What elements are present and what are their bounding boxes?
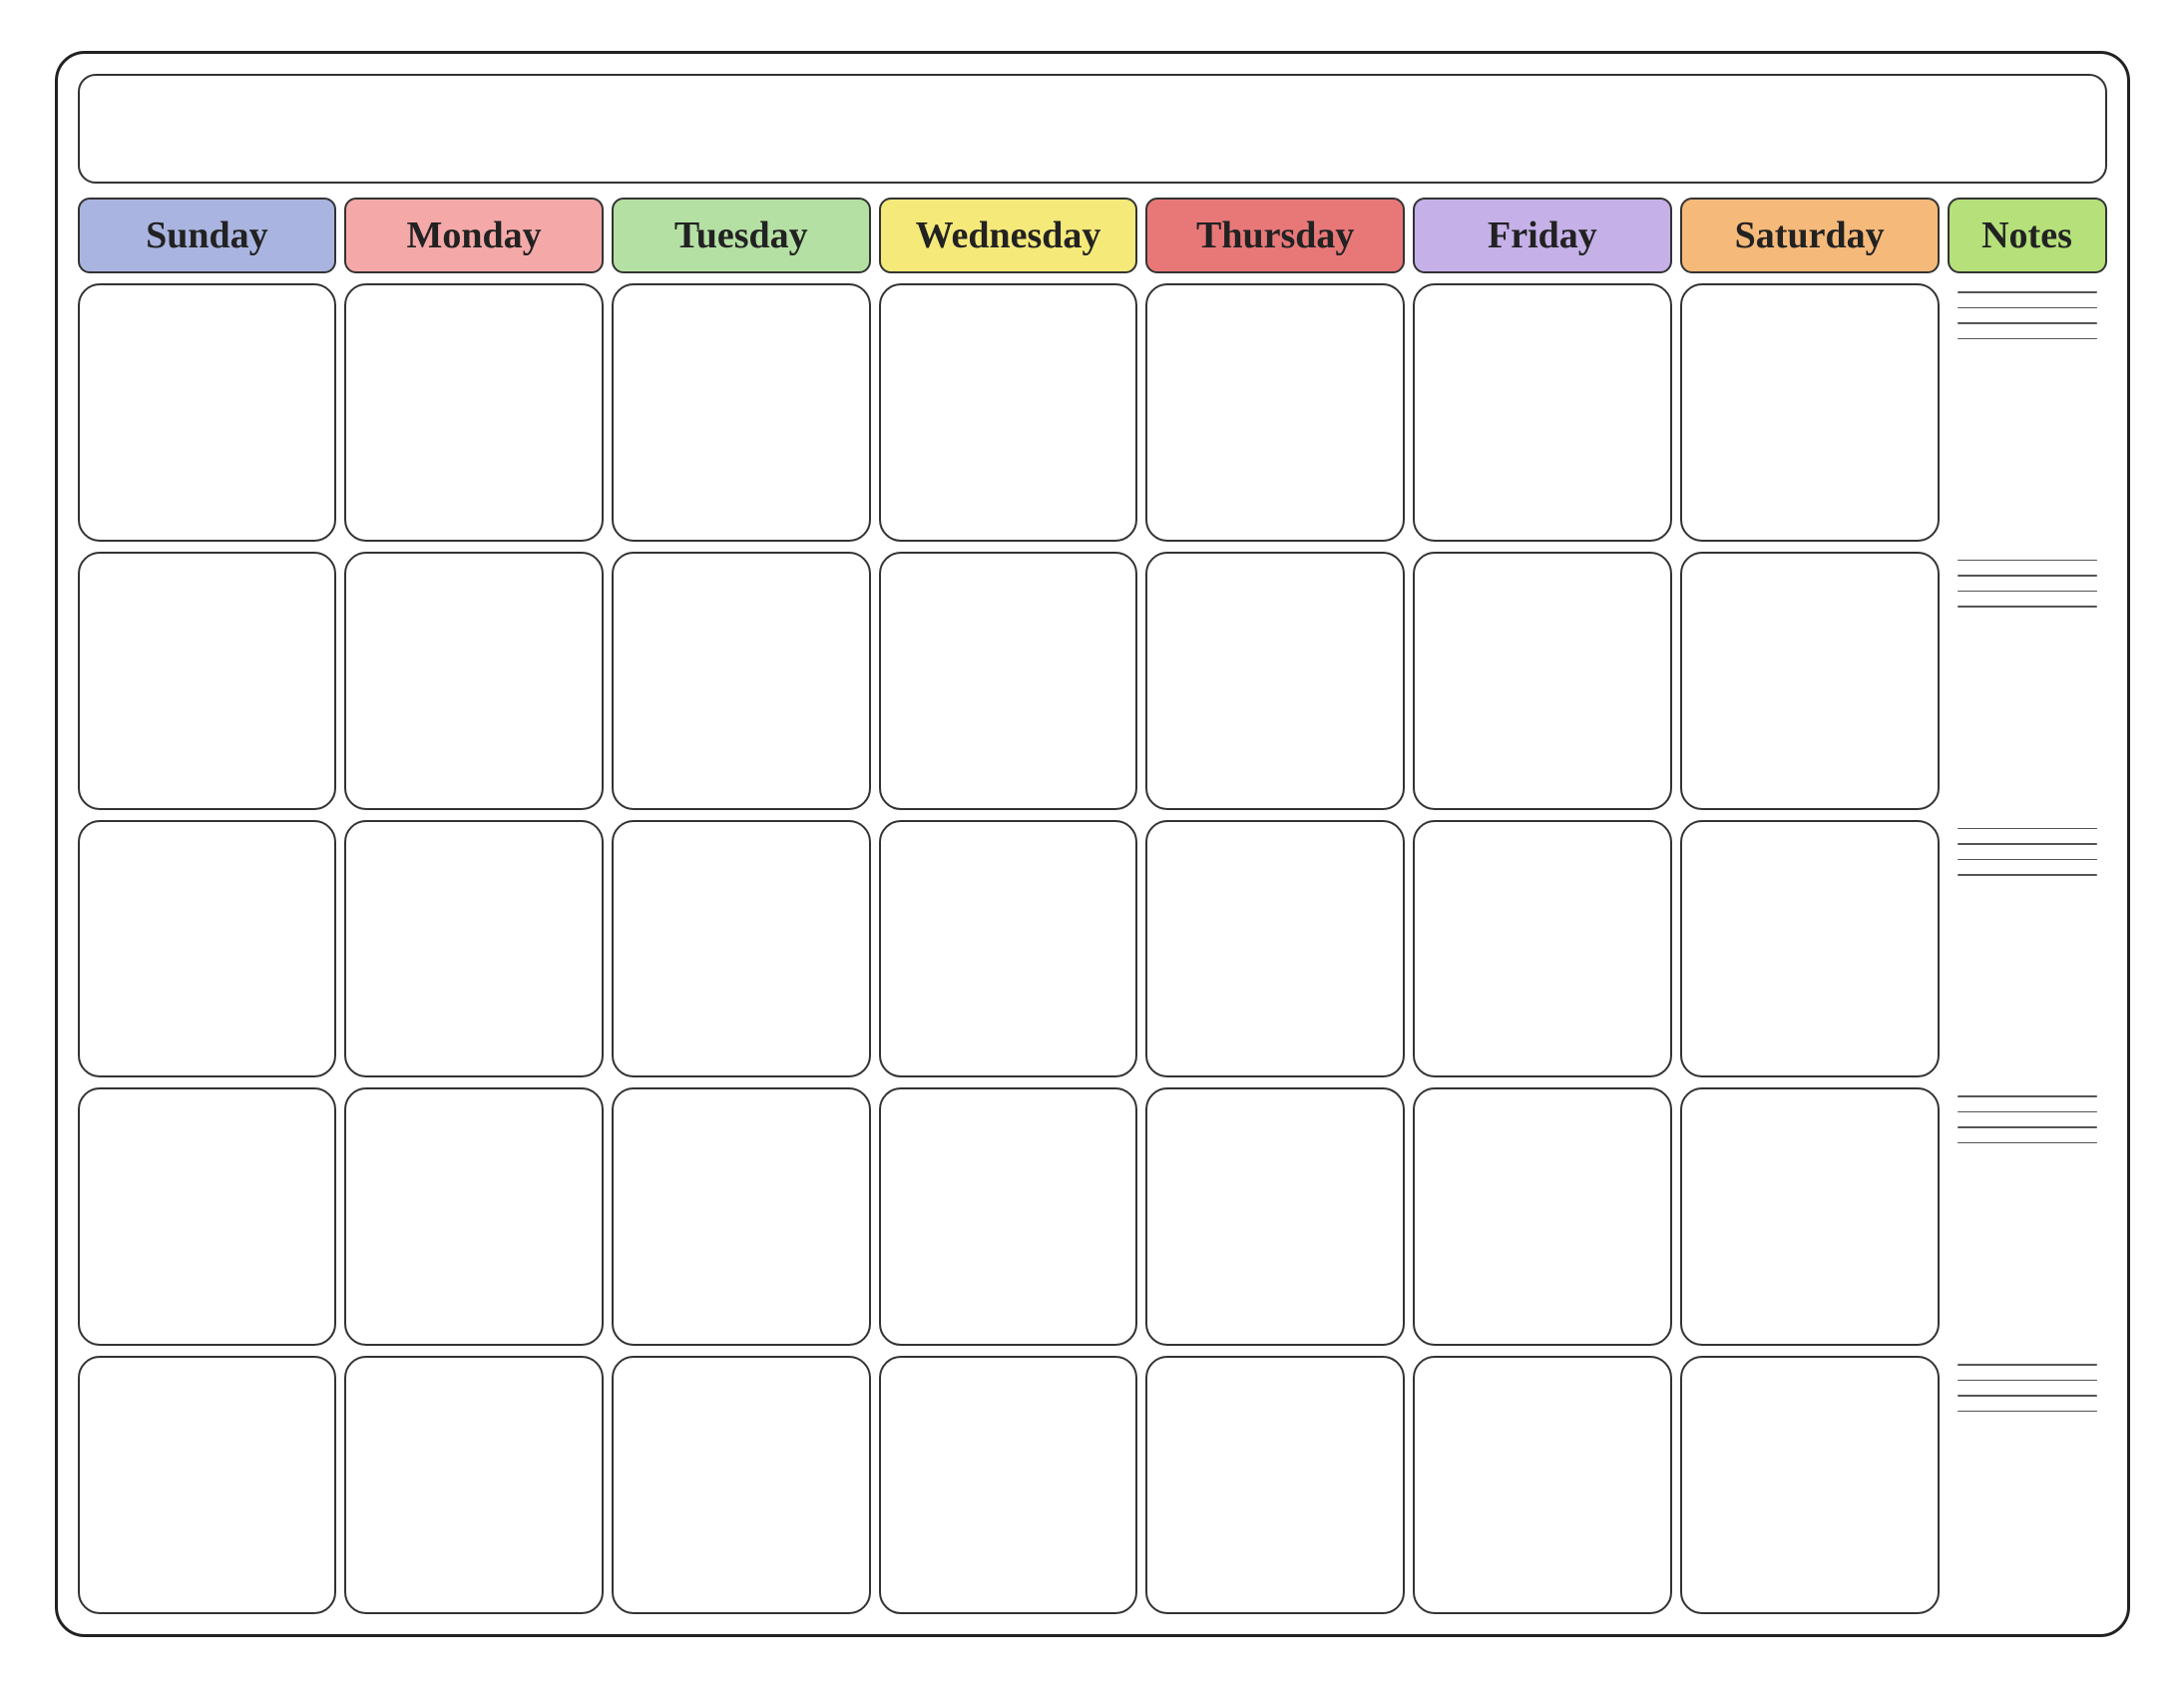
notes-line	[1958, 560, 2097, 562]
calendar-cell[interactable]	[612, 820, 871, 1078]
notes-section	[1958, 291, 2097, 534]
notes-section	[1958, 1364, 2097, 1606]
calendar-rows	[78, 283, 2107, 1614]
calendar-cell[interactable]	[78, 283, 337, 542]
calendar-cell[interactable]	[1145, 1356, 1405, 1614]
notes-lines-cell[interactable]	[1948, 283, 2107, 542]
calendar-cell[interactable]	[344, 1356, 604, 1614]
notes-line	[1958, 859, 2097, 861]
calendar-cell[interactable]	[1680, 1356, 1940, 1614]
calendar-row-4	[78, 1356, 2107, 1614]
calendar-cell[interactable]	[1413, 820, 1672, 1078]
notes-line	[1958, 1364, 2097, 1366]
calendar-cell[interactable]	[879, 283, 1138, 542]
notes-line	[1958, 307, 2097, 309]
header-monday: Monday	[344, 198, 604, 273]
calendar-cell[interactable]	[344, 820, 604, 1078]
calendar-cell[interactable]	[1145, 1087, 1405, 1346]
page: SundayMondayTuesdayWednesdayThursdayFrid…	[0, 0, 2184, 1688]
calendar-cell[interactable]	[879, 820, 1138, 1078]
calendar-cell[interactable]	[1145, 820, 1405, 1078]
notes-line	[1958, 1126, 2097, 1128]
calendar-row-0	[78, 283, 2107, 542]
calendar-cell[interactable]	[879, 552, 1138, 810]
title-bar[interactable]	[78, 74, 2107, 184]
calendar-cell[interactable]	[1680, 820, 1940, 1078]
calendar-cell[interactable]	[879, 1356, 1138, 1614]
calendar-cell[interactable]	[344, 283, 604, 542]
calendar-cell[interactable]	[78, 820, 337, 1078]
notes-line	[1958, 874, 2097, 876]
day-headers: SundayMondayTuesdayWednesdayThursdayFrid…	[78, 198, 2107, 273]
calendar-body: SundayMondayTuesdayWednesdayThursdayFrid…	[78, 198, 2107, 1614]
calendar-cell[interactable]	[78, 1087, 337, 1346]
calendar-container: SundayMondayTuesdayWednesdayThursdayFrid…	[55, 51, 2130, 1637]
notes-lines-cell[interactable]	[1948, 1356, 2107, 1614]
header-wednesday: Wednesday	[879, 198, 1138, 273]
notes-lines-cell[interactable]	[1948, 1087, 2107, 1346]
notes-line	[1958, 575, 2097, 577]
calendar-cell[interactable]	[1413, 1087, 1672, 1346]
notes-lines-cell[interactable]	[1948, 552, 2107, 810]
calendar-row-3	[78, 1087, 2107, 1346]
calendar-cell[interactable]	[1145, 283, 1405, 542]
calendar-cell[interactable]	[1413, 283, 1672, 542]
notes-line	[1958, 322, 2097, 324]
notes-section	[1958, 560, 2097, 802]
calendar-cell[interactable]	[612, 552, 871, 810]
calendar-cell[interactable]	[1145, 552, 1405, 810]
notes-line	[1958, 843, 2097, 845]
calendar-cell[interactable]	[1413, 1356, 1672, 1614]
notes-line	[1958, 1111, 2097, 1113]
calendar-cell[interactable]	[1680, 1087, 1940, 1346]
header-saturday: Saturday	[1680, 198, 1940, 273]
notes-line	[1958, 591, 2097, 593]
notes-line	[1958, 828, 2097, 830]
notes-line	[1958, 1411, 2097, 1413]
calendar-cell[interactable]	[344, 552, 604, 810]
calendar-cell[interactable]	[344, 1087, 604, 1346]
calendar-cell[interactable]	[879, 1087, 1138, 1346]
calendar-cell[interactable]	[1680, 283, 1940, 542]
calendar-row-2	[78, 820, 2107, 1078]
calendar-cell[interactable]	[78, 552, 337, 810]
notes-section	[1958, 1095, 2097, 1338]
calendar-cell[interactable]	[78, 1356, 337, 1614]
notes-line	[1958, 291, 2097, 293]
notes-section	[1958, 828, 2097, 1070]
header-tuesday: Tuesday	[612, 198, 871, 273]
calendar-cell[interactable]	[1413, 552, 1672, 810]
header-thursday: Thursday	[1145, 198, 1405, 273]
header-notes: Notes	[1948, 198, 2107, 273]
notes-line	[1958, 1395, 2097, 1397]
header-friday: Friday	[1413, 198, 1672, 273]
calendar-cell[interactable]	[612, 283, 871, 542]
header-sunday: Sunday	[78, 198, 337, 273]
notes-lines-cell[interactable]	[1948, 820, 2107, 1078]
notes-line	[1958, 606, 2097, 608]
notes-line	[1958, 1095, 2097, 1097]
notes-line	[1958, 1142, 2097, 1144]
calendar-cell[interactable]	[1680, 552, 1940, 810]
notes-line	[1958, 1380, 2097, 1382]
calendar-cell[interactable]	[612, 1356, 871, 1614]
notes-line	[1958, 338, 2097, 340]
calendar-cell[interactable]	[612, 1087, 871, 1346]
calendar-row-1	[78, 552, 2107, 810]
